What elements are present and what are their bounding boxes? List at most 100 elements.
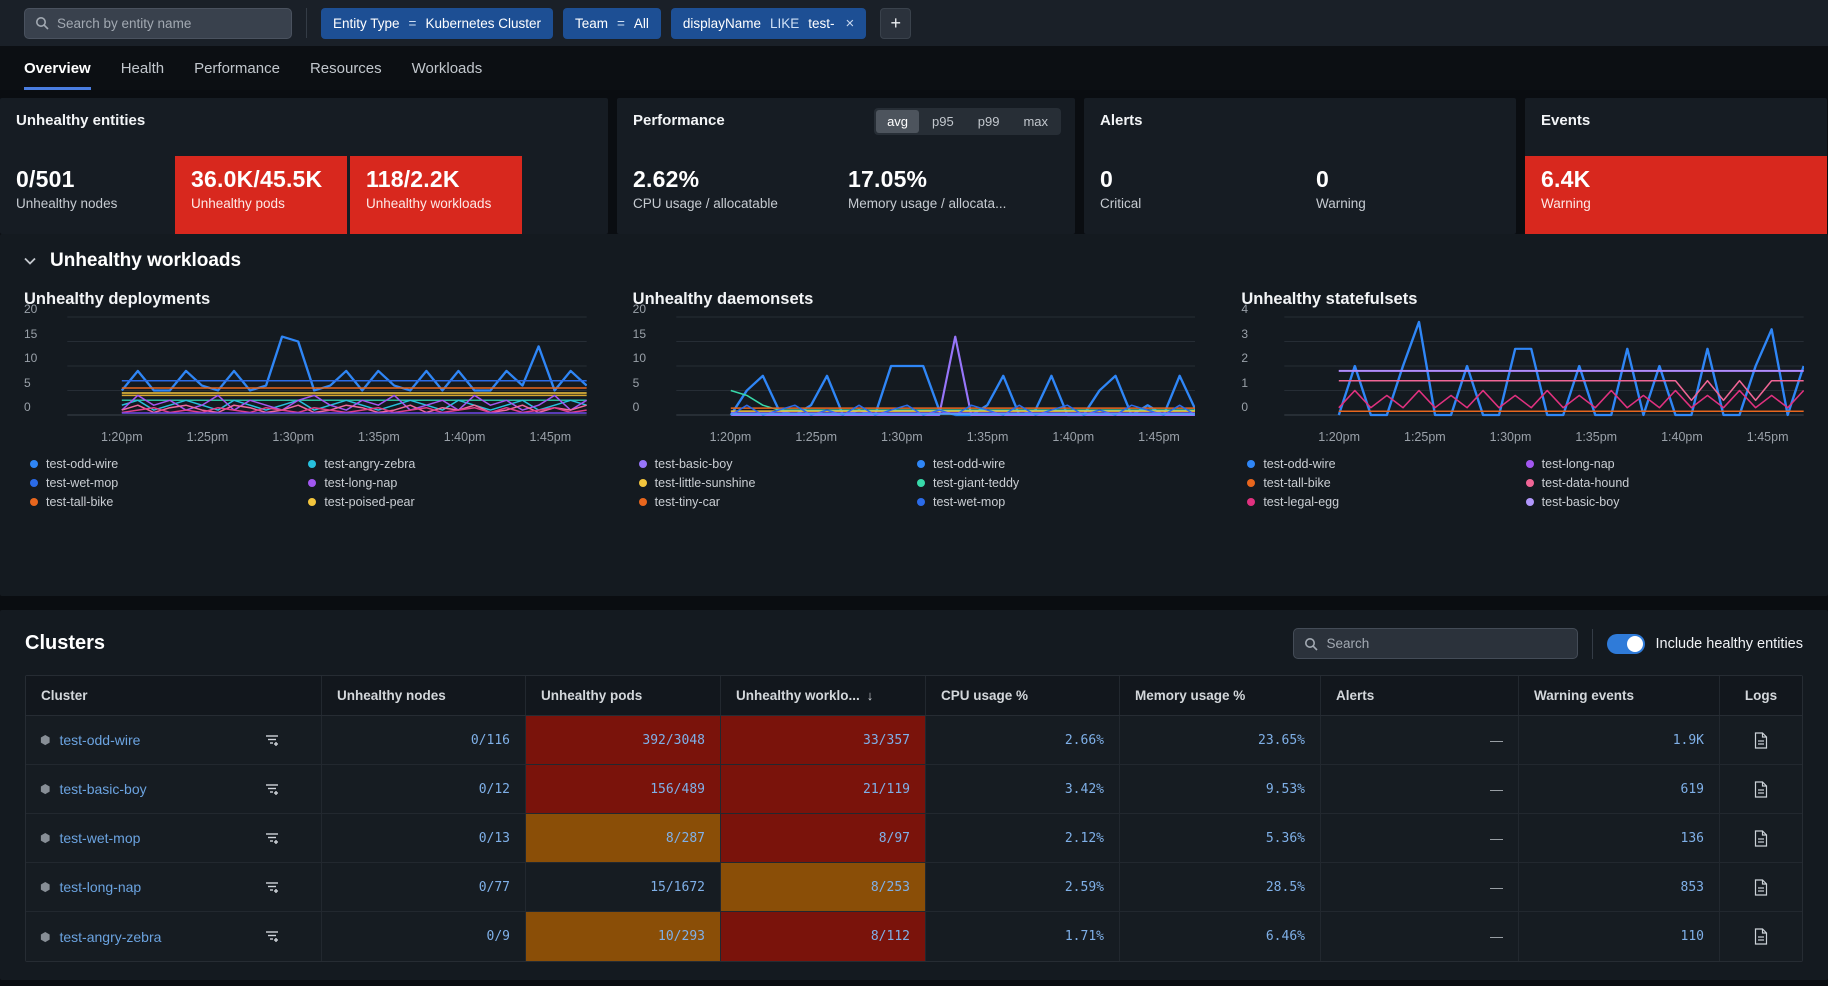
column-header-warning-events[interactable]: Warning events xyxy=(1519,676,1720,715)
clusters-search[interactable] xyxy=(1293,628,1578,659)
warning-events-cell[interactable]: 1.9K xyxy=(1519,716,1720,764)
legend-item-test-milky-novel[interactable]: test-milky-novel xyxy=(639,514,917,515)
legend-item-test-mad-ape[interactable]: test-mad-ape xyxy=(917,514,1195,515)
unhealthy-pods-cell[interactable]: 10/293 xyxy=(526,912,721,961)
filter-pill-entity-type[interactable]: Entity Type=Kubernetes Cluster xyxy=(321,8,553,39)
unhealthy-workloads-cell[interactable]: 21/119 xyxy=(721,765,926,813)
filter-pill-displayname[interactable]: displayNameLIKEtest-× xyxy=(671,8,866,39)
cpu-usage-cell[interactable]: 1.71% xyxy=(926,912,1120,961)
column-header-logs[interactable]: Logs xyxy=(1720,676,1802,715)
column-header-unhealthy-pods[interactable]: Unhealthy pods xyxy=(526,676,721,715)
logs-cell[interactable] xyxy=(1720,814,1802,862)
warning-events-cell[interactable]: 110 xyxy=(1519,912,1720,961)
tab-overview[interactable]: Overview xyxy=(24,46,91,90)
add-to-filter-icon[interactable] xyxy=(265,733,280,748)
column-header-alerts[interactable]: Alerts xyxy=(1321,676,1519,715)
unhealthy-nodes-cell[interactable]: 0/9 xyxy=(322,912,526,961)
memory-usage-cell[interactable]: 28.5% xyxy=(1120,863,1321,911)
unhealthy-pods-cell[interactable]: 392/3048 xyxy=(526,716,721,764)
entity-search-input[interactable] xyxy=(57,16,281,31)
memory-usage-cell[interactable]: 23.65% xyxy=(1120,716,1321,764)
add-filter-button[interactable]: + xyxy=(880,8,911,39)
unhealthy-workloads-cell[interactable]: 33/357 xyxy=(721,716,926,764)
column-header-unhealthy-nodes[interactable]: Unhealthy nodes xyxy=(322,676,526,715)
legend-item-test-odd-wire[interactable]: test-odd-wire xyxy=(917,457,1195,471)
cpu-usage-cell[interactable]: 2.59% xyxy=(926,863,1120,911)
unhealthy-nodes-cell[interactable]: 0/13 xyxy=(322,814,526,862)
column-header-cluster[interactable]: Cluster xyxy=(26,676,322,715)
logs-cell[interactable] xyxy=(1720,716,1802,764)
legend-item-test-data-hound[interactable]: test-data-hound xyxy=(1526,476,1804,490)
memory-usage-cell[interactable]: 5.36% xyxy=(1120,814,1321,862)
legend-item-test-odd-wire[interactable]: test-odd-wire xyxy=(30,457,308,471)
legend-item-test-basic-boy[interactable]: test-basic-boy xyxy=(1526,495,1804,509)
legend-item-test-interlinked[interactable]: test-interlinked xyxy=(30,514,308,515)
unhealthy-workloads-cell[interactable]: 8/97 xyxy=(721,814,926,862)
column-header-memory-usage-[interactable]: Memory usage % xyxy=(1120,676,1321,715)
clusters-search-input[interactable] xyxy=(1326,636,1567,651)
entity-search[interactable] xyxy=(24,8,292,39)
cluster-name-link[interactable]: test-angry-zebra xyxy=(59,929,161,945)
collapse-chevron-icon[interactable] xyxy=(24,257,36,265)
unhealthy-pods-cell[interactable]: 8/287 xyxy=(526,814,721,862)
tab-performance[interactable]: Performance xyxy=(194,46,280,90)
add-to-filter-icon[interactable] xyxy=(265,782,280,797)
logs-icon[interactable] xyxy=(1754,781,1768,798)
logs-cell[interactable] xyxy=(1720,765,1802,813)
cluster-name-link[interactable]: test-odd-wire xyxy=(59,732,140,748)
legend-item-test-odd-wire[interactable]: test-odd-wire xyxy=(1247,457,1525,471)
include-healthy-toggle[interactable] xyxy=(1607,634,1645,654)
mode-avg[interactable]: avg xyxy=(876,110,919,133)
column-header-cpu-usage-[interactable]: CPU usage % xyxy=(926,676,1120,715)
legend-item-test-poised-pear[interactable]: test-poised-pear xyxy=(308,495,586,509)
legend-item-test-tiny-car[interactable]: test-tiny-car xyxy=(639,495,917,509)
legend-item-test-long-nap[interactable]: test-long-nap xyxy=(1526,457,1804,471)
unhealthy-workloads-cell[interactable]: 8/112 xyxy=(721,912,926,961)
cpu-usage-cell[interactable]: 2.12% xyxy=(926,814,1120,862)
mode-max[interactable]: max xyxy=(1012,110,1059,133)
legend-item-test-tall-bike[interactable]: test-tall-bike xyxy=(1247,476,1525,490)
cluster-name-link[interactable]: test-wet-mop xyxy=(59,830,140,846)
mode-p99[interactable]: p99 xyxy=(967,110,1011,133)
unhealthy-nodes-cell[interactable]: 0/77 xyxy=(322,863,526,911)
logs-icon[interactable] xyxy=(1754,879,1768,896)
logs-cell[interactable] xyxy=(1720,863,1802,911)
legend-item-test-tall-bike[interactable]: test-tall-bike xyxy=(30,495,308,509)
logs-icon[interactable] xyxy=(1754,830,1768,847)
unhealthy-pods-cell[interactable]: 156/489 xyxy=(526,765,721,813)
cluster-name-link[interactable]: test-long-nap xyxy=(59,879,141,895)
legend-item-test-little-sunshine[interactable]: test-little-sunshine xyxy=(308,514,586,515)
tab-workloads[interactable]: Workloads xyxy=(412,46,483,90)
add-to-filter-icon[interactable] xyxy=(265,831,280,846)
legend-item-test-little-sunshine[interactable]: test-little-sunshine xyxy=(639,476,917,490)
warning-events-cell[interactable]: 619 xyxy=(1519,765,1720,813)
cpu-usage-cell[interactable]: 3.42% xyxy=(926,765,1120,813)
legend-item-test-long-nap[interactable]: test-long-nap xyxy=(308,476,586,490)
warning-events-cell[interactable]: 853 xyxy=(1519,863,1720,911)
column-header-unhealthy-worklo-[interactable]: Unhealthy worklo...↓ xyxy=(721,676,926,715)
filter-pill-team[interactable]: Team=All xyxy=(563,8,661,39)
legend-item-test-giant-teddy[interactable]: test-giant-teddy xyxy=(917,476,1195,490)
unhealthy-nodes-cell[interactable]: 0/12 xyxy=(322,765,526,813)
mode-p95[interactable]: p95 xyxy=(921,110,965,133)
legend-item-test-basic-boy[interactable]: test-basic-boy xyxy=(639,457,917,471)
legend-item-test-legal-egg[interactable]: test-legal-egg xyxy=(1247,495,1525,509)
memory-usage-cell[interactable]: 9.53% xyxy=(1120,765,1321,813)
unhealthy-pods-cell[interactable]: 15/1672 xyxy=(526,863,721,911)
legend-item-test-wet-mop[interactable]: test-wet-mop xyxy=(30,476,308,490)
remove-filter-icon[interactable]: × xyxy=(846,16,855,31)
legend-item-test-wet-mop[interactable]: test-wet-mop xyxy=(917,495,1195,509)
cluster-name-link[interactable]: test-basic-boy xyxy=(59,781,146,797)
unhealthy-nodes-cell[interactable]: 0/116 xyxy=(322,716,526,764)
memory-usage-cell[interactable]: 6.46% xyxy=(1120,912,1321,961)
warning-events-cell[interactable]: 136 xyxy=(1519,814,1720,862)
tab-health[interactable]: Health xyxy=(121,46,164,90)
add-to-filter-icon[interactable] xyxy=(265,929,280,944)
logs-icon[interactable] xyxy=(1754,928,1768,945)
cpu-usage-cell[interactable]: 2.66% xyxy=(926,716,1120,764)
logs-cell[interactable] xyxy=(1720,912,1802,961)
add-to-filter-icon[interactable] xyxy=(265,880,280,895)
logs-icon[interactable] xyxy=(1754,732,1768,749)
tab-resources[interactable]: Resources xyxy=(310,46,382,90)
unhealthy-workloads-cell[interactable]: 8/253 xyxy=(721,863,926,911)
